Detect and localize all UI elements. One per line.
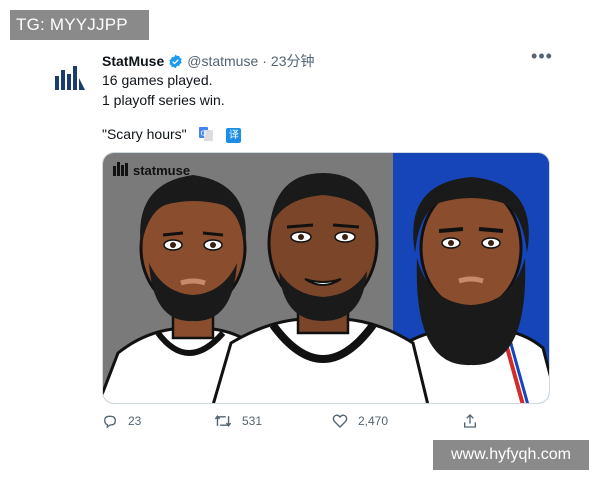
tweet-header: StatMuse @statmuse · 23分钟 — [102, 51, 315, 71]
google-translate-icon[interactable]: G — [198, 126, 213, 144]
author-handle[interactable]: @statmuse — [187, 53, 258, 69]
tweet-actions: 23 531 2,470 — [102, 413, 482, 435]
like-button[interactable]: 2,470 — [332, 413, 388, 429]
tweet-media-image[interactable]: statmuse — [102, 152, 550, 404]
tweet-time[interactable]: 23分钟 — [271, 51, 315, 71]
share-button[interactable] — [462, 413, 478, 429]
tweet-text-line-2: 1 playoff series win. — [102, 92, 225, 108]
reply-icon — [103, 415, 117, 429]
tweet-text-line-1: 16 games played. — [102, 72, 213, 88]
tg-overlay-tag: TG: MYYJJPP — [10, 10, 149, 40]
retweet-count: 531 — [242, 414, 263, 428]
reply-button[interactable]: 23 — [102, 413, 141, 429]
reply-count: 23 — [128, 414, 142, 428]
svg-text:G: G — [200, 129, 205, 137]
translate-button[interactable]: 译 — [226, 127, 242, 143]
separator-dot: · — [262, 53, 267, 69]
statmuse-logo-icon[interactable] — [50, 58, 90, 98]
like-count: 2,470 — [358, 414, 389, 428]
retweet-icon — [214, 415, 232, 427]
more-icon[interactable]: ••• — [530, 47, 554, 70]
verified-badge-icon — [169, 54, 182, 68]
tweet-text-line-3: "Scary hours" G 译 — [102, 126, 242, 144]
share-icon — [464, 414, 476, 428]
tweet-card: StatMuse @statmuse · 23分钟 ••• 16 games p… — [0, 0, 600, 480]
site-watermark: www.hyfyqh.com — [433, 440, 589, 470]
heart-icon — [332, 414, 348, 428]
author-name[interactable]: StatMuse — [102, 53, 164, 69]
quote-text: "Scary hours" — [102, 126, 187, 142]
retweet-button[interactable]: 531 — [214, 413, 262, 429]
media-logo-text: statmuse — [133, 163, 190, 178]
